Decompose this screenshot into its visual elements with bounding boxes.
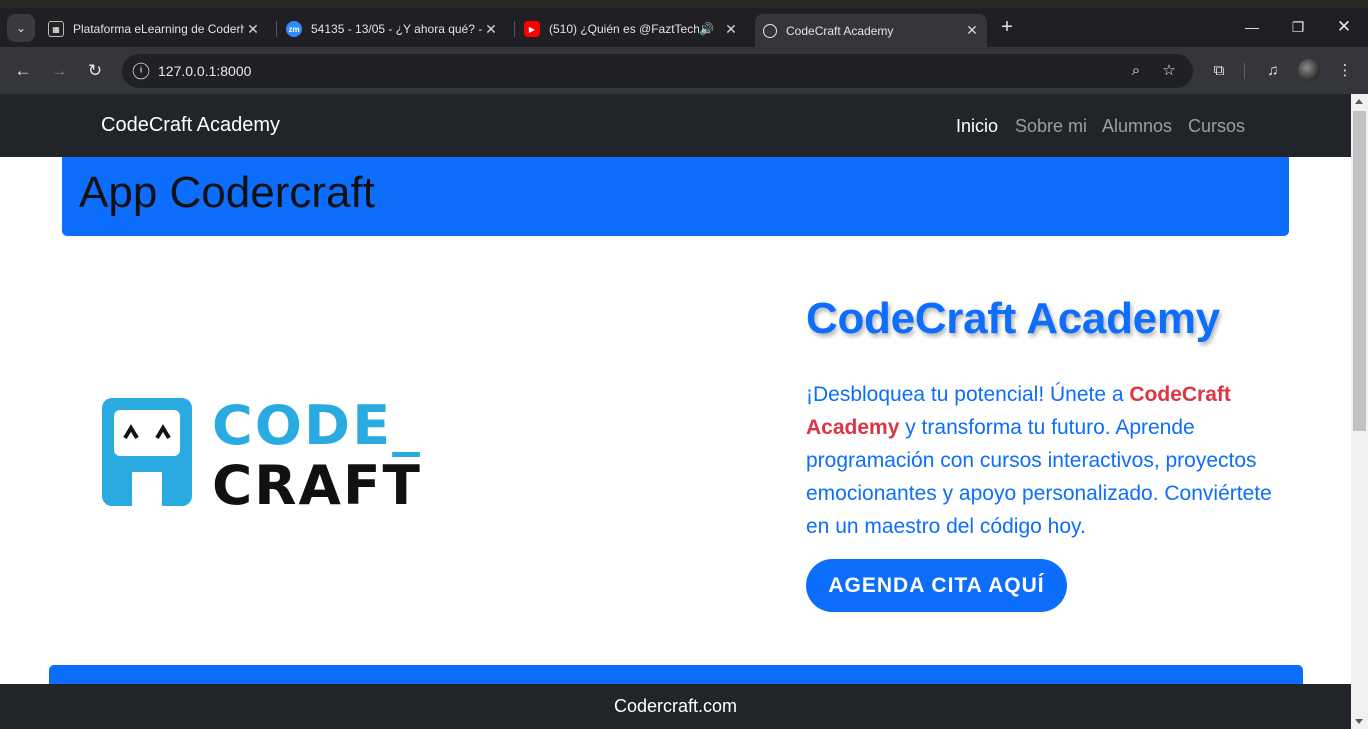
- footer-text[interactable]: Codercraft.com: [614, 696, 737, 716]
- zoom-magnifier-icon[interactable]: ⌕: [1126, 61, 1146, 81]
- site-navbar: CodeCraft Academy Inicio Sobre mi Alumno…: [0, 94, 1351, 157]
- intro-section: CodeCraft Academy ¡Desbloquea tu potenci…: [806, 294, 1276, 543]
- site-info-icon[interactable]: i: [132, 62, 150, 80]
- tab-coderhouse[interactable]: ▦ Plataforma eLearning de Coderhouse ✕: [40, 14, 268, 44]
- tab-separator: [514, 21, 515, 37]
- new-tab-button[interactable]: +: [997, 17, 1017, 37]
- minimize-button[interactable]: —: [1237, 15, 1267, 39]
- browser-toolbar: ← → ↻ i 127.0.0.1:8000 ⌕ ☆ ⧉ ♫ ⋮: [0, 47, 1368, 94]
- menu-kebab-icon[interactable]: ⋮: [1333, 59, 1357, 83]
- browser-tabstrip: ⌄ ▦ Plataforma eLearning de Coderhouse ✕…: [0, 0, 1368, 47]
- close-icon[interactable]: ✕: [482, 20, 500, 38]
- page-title: App Codercraft: [79, 168, 375, 217]
- close-window-button[interactable]: ✕: [1329, 15, 1359, 39]
- bookmark-star-icon[interactable]: ☆: [1159, 61, 1179, 81]
- address-bar[interactable]: i 127.0.0.1:8000 ⌕ ☆: [122, 54, 1193, 88]
- zoom-icon: zm: [286, 21, 302, 37]
- intro-heading: CodeCraft Academy: [806, 294, 1220, 343]
- chevron-down-icon: ⌄: [15, 21, 27, 35]
- tab-youtube[interactable]: ▶ (510) ¿Quién es @FaztTech y qué hace? …: [516, 14, 746, 44]
- url-text[interactable]: 127.0.0.1:8000: [158, 63, 251, 79]
- forward-arrow-icon[interactable]: →: [47, 59, 71, 83]
- reload-icon[interactable]: ↻: [83, 59, 107, 83]
- navbar-brand[interactable]: CodeCraft Academy: [101, 114, 280, 137]
- youtube-icon: ▶: [524, 21, 540, 37]
- logo-line-code: CODE_: [212, 398, 422, 457]
- robot-mascot-icon: [102, 398, 192, 506]
- tab-separator: [276, 21, 277, 37]
- scrollbar-thumb[interactable]: [1353, 111, 1366, 431]
- tab-codecraft[interactable]: CodeCraft Academy ✕: [755, 14, 987, 47]
- close-icon[interactable]: ✕: [244, 20, 262, 38]
- coderhouse-icon: ▦: [48, 21, 64, 37]
- scroll-up-arrow-icon[interactable]: [1355, 99, 1363, 104]
- window-top-edge: [0, 0, 1368, 8]
- back-arrow-icon[interactable]: ←: [11, 59, 35, 83]
- logo-line-craft: CRAFT: [212, 454, 422, 510]
- nav-link-inicio[interactable]: Inicio: [956, 116, 998, 137]
- schedule-appointment-button[interactable]: AGENDA CITA AQUÍ: [806, 559, 1067, 612]
- site-footer: Codercraft.com: [0, 684, 1351, 729]
- scroll-down-arrow-icon[interactable]: [1355, 719, 1363, 724]
- nav-link-sobre-mi[interactable]: Sobre mi: [1015, 116, 1087, 137]
- page-scrollbar[interactable]: [1351, 94, 1368, 729]
- nav-link-alumnos[interactable]: Alumnos: [1102, 116, 1172, 137]
- speaker-icon[interactable]: 🔊: [699, 22, 714, 36]
- intro-paragraph: ¡Desbloquea tu potencial! Únete a CodeCr…: [806, 378, 1276, 543]
- tab-zoom[interactable]: zm 54135 - 13/05 - ¿Y ahora qué? - Zoom …: [278, 14, 506, 44]
- nav-link-cursos[interactable]: Cursos: [1188, 116, 1245, 137]
- title-banner: App Codercraft: [62, 157, 1289, 236]
- extensions-puzzle-icon[interactable]: ⧉: [1207, 59, 1231, 83]
- restore-button[interactable]: ❐: [1283, 15, 1313, 39]
- page-viewport: CodeCraft Academy Inicio Sobre mi Alumno…: [0, 94, 1351, 729]
- media-controls-icon[interactable]: ♫: [1261, 59, 1285, 83]
- close-icon[interactable]: ✕: [963, 22, 981, 40]
- tab-search-button[interactable]: ⌄: [7, 14, 35, 42]
- intro-text-before: ¡Desbloquea tu potencial! Únete a: [806, 383, 1130, 406]
- profile-avatar[interactable]: [1298, 59, 1320, 81]
- codecraft-logo: CODE_ CRAFT: [102, 398, 422, 510]
- close-icon[interactable]: ✕: [722, 20, 740, 38]
- globe-icon: [763, 23, 777, 38]
- toolbar-divider: [1244, 63, 1245, 79]
